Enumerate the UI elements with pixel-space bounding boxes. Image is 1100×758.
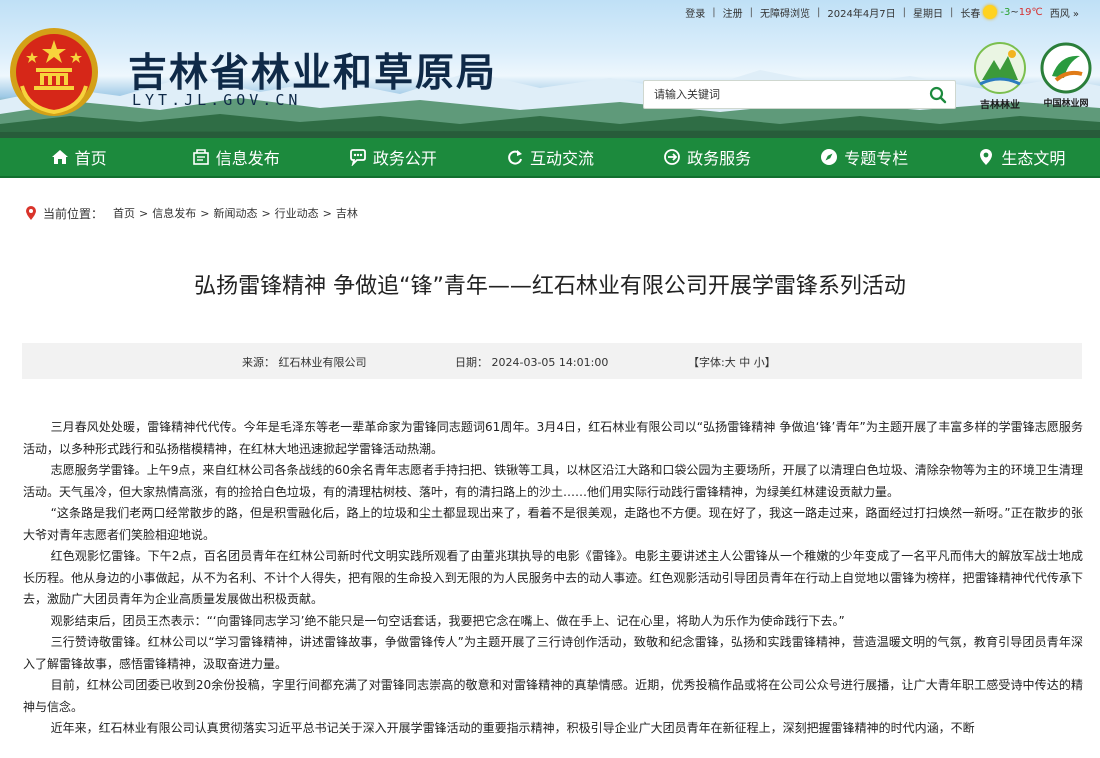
- top-utility-bar: 登录 | 注册 | 无障碍浏览 | 2024年4月7日 | 星期日 | 长春 -…: [678, 3, 1086, 21]
- breadcrumb-industry-news[interactable]: 行业动态: [275, 205, 319, 221]
- location-icon: [980, 149, 993, 165]
- font-size-label: 【字体:: [688, 356, 725, 369]
- accessible-browsing-link[interactable]: 无障碍浏览: [753, 5, 817, 20]
- site-title: 吉林省林业和草原局: [128, 50, 498, 96]
- nav-item-interaction[interactable]: 互动交流: [471, 138, 628, 176]
- article-source: 来源： 红石林业有限公司: [242, 354, 367, 370]
- refresh-icon: [508, 150, 522, 165]
- current-weekday: 星期日: [912, 8, 943, 20]
- article-date: 日期： 2024-03-05 14:01:00: [455, 354, 608, 370]
- article-paragraph: 目前，红林公司团委已收到20余份投稿，字里行间都充满了对雷锋同志崇高的敬意和对雷…: [23, 678, 1083, 714]
- article-paragraph: 近年来，红石林业有限公司认真贯彻落实习近平总书记关于深入开展学雷锋活动的重要指示…: [50, 721, 975, 735]
- nav-item-ecological-civilization[interactable]: 生态文明: [943, 138, 1100, 176]
- date-value: 2024-03-05 14:01:00: [491, 356, 609, 369]
- nav-item-label: 政务服务: [687, 149, 752, 168]
- article-meta-bar: 来源： 红石林业有限公司 日期： 2024-03-05 14:01:00 【字体…: [22, 343, 1082, 379]
- article-body: 三月春风处处暖，雷锋精神代代传。今年是毛泽东等老一辈革命家为雷锋同志题词61周年…: [23, 417, 1083, 740]
- breadcrumb-news[interactable]: 新闻动态: [213, 205, 257, 221]
- nav-item-label: 专题专栏: [844, 149, 909, 168]
- article-paragraph: 观影结束后，团员王杰表示：“‘向雷锋同志学习’绝不能只是一句空话套话，我要把它念…: [50, 613, 845, 628]
- search-box: [643, 80, 956, 109]
- article-paragraph: 红色观影忆雷锋。下午2点，百名团员青年在红林公司新时代文明实践所观看了由董兆琪执…: [23, 549, 1083, 606]
- location-pin-icon: [26, 206, 36, 220]
- font-size-small-button[interactable]: 小: [754, 356, 765, 369]
- font-size-label-end: 】: [764, 356, 776, 369]
- main-navigation: 首页 信息发布 政务公开 互动交流 政务服务 专题专栏 生态文明: [0, 138, 1100, 178]
- header-banner: 登录 | 注册 | 无障碍浏览 | 2024年4月7日 | 星期日 | 长春 -…: [0, 0, 1100, 138]
- sunny-weather-icon: [983, 5, 998, 19]
- weather-temp-high: 19℃: [1018, 6, 1043, 18]
- chat-icon: [349, 149, 366, 166]
- nav-item-gov-affairs[interactable]: 政务公开: [314, 138, 471, 176]
- china-forestry-logo-icon: [1040, 42, 1092, 94]
- article-paragraph: “这条路是我们老两口经常散步的路，但是积雪融化后，路上的垃圾和尘土都显现出来了，…: [23, 506, 1083, 542]
- nav-item-info-release[interactable]: 信息发布: [157, 138, 314, 176]
- weather-wind: 西风 »: [1049, 8, 1079, 20]
- article-paragraph: 三月春风处处暖，雷锋精神代代传。今年是毛泽东等老一辈革命家为雷锋同志题词61周年…: [23, 420, 1083, 456]
- weather-city: 长春: [960, 8, 981, 20]
- nav-item-gov-services[interactable]: 政务服务: [629, 138, 786, 176]
- source-label: 来源：: [242, 356, 275, 369]
- nav-item-label: 政务公开: [372, 149, 437, 168]
- info-release-icon: [192, 149, 209, 165]
- breadcrumb-info-release[interactable]: 信息发布: [152, 205, 196, 221]
- nav-item-home[interactable]: 首页: [0, 138, 157, 176]
- china-forestry-network-logo[interactable]: 中国林业网: [1034, 40, 1098, 112]
- font-size-large-button[interactable]: 大: [725, 356, 736, 369]
- weather-temp-low: -3: [1000, 6, 1011, 18]
- article-paragraph: 三行赞诗敬雷锋。红林公司以“学习雷锋精神，讲述雷锋故事，争做雷锋传人”为主题开展…: [23, 635, 1083, 671]
- date-label: 日期：: [455, 356, 488, 369]
- search-input[interactable]: [644, 81, 921, 108]
- compass-icon: [821, 149, 838, 165]
- article-paragraph: 志愿服务学雷锋。上午9点，来自红林公司各条战线的60余名青年志愿者手持扫把、铁锹…: [23, 463, 1083, 499]
- breadcrumb-separator: >: [261, 206, 271, 220]
- jilin-forestry-caption: 吉林林业: [980, 100, 1020, 111]
- current-date: 2024年4月7日: [827, 8, 896, 20]
- breadcrumb-jilin[interactable]: 吉林: [336, 205, 358, 221]
- font-size-control: 【字体:大 中 小】: [688, 354, 776, 370]
- login-link[interactable]: 登录: [678, 5, 712, 20]
- jilin-forestry-logo-icon: [974, 42, 1026, 94]
- breadcrumb-separator: >: [139, 206, 149, 220]
- search-button[interactable]: [921, 81, 955, 108]
- breadcrumb-separator: >: [200, 206, 210, 220]
- nav-item-label: 首页: [74, 149, 107, 168]
- breadcrumb-separator: >: [322, 206, 332, 220]
- service-icon: [664, 149, 681, 165]
- nav-item-label: 生态文明: [1001, 149, 1066, 168]
- breadcrumb-label: 当前位置：: [43, 206, 104, 221]
- national-emblem-icon: [10, 28, 98, 116]
- home-icon: [51, 150, 68, 164]
- breadcrumb: 当前位置： 首页 > 信息发布 > 新闻动态 > 行业动态 > 吉林: [25, 205, 358, 221]
- nav-item-label: 信息发布: [215, 149, 280, 168]
- breadcrumb-home[interactable]: 首页: [113, 205, 135, 221]
- jilin-forestry-logo[interactable]: 吉林林业: [968, 40, 1032, 112]
- nav-item-label: 互动交流: [529, 149, 594, 168]
- site-domain: LYT.JL.GOV.CN: [132, 91, 302, 109]
- nav-item-special-topics[interactable]: 专题专栏: [786, 138, 943, 176]
- weather-temp-sep: ~: [1010, 6, 1019, 18]
- register-link[interactable]: 注册: [716, 5, 750, 20]
- china-forestry-caption: 中国林业网: [1043, 99, 1089, 109]
- article-title: 弘扬雷锋精神 争做追“锋”青年——红石林业有限公司开展学雷锋系列活动: [194, 274, 906, 299]
- search-icon: [929, 86, 947, 103]
- source-value: 红石林业有限公司: [278, 356, 367, 369]
- font-size-medium-button[interactable]: 中: [739, 356, 750, 369]
